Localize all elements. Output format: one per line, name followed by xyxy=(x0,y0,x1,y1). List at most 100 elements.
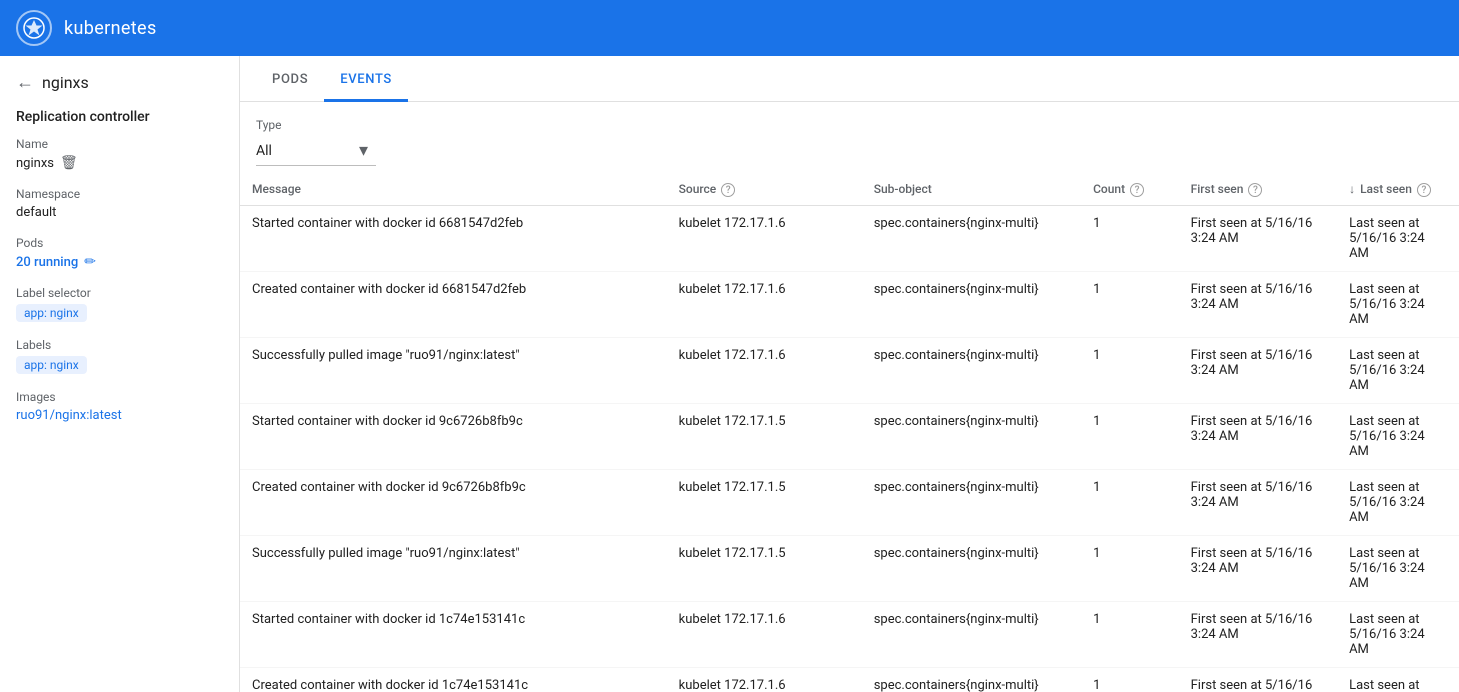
cell-lastseen: Last seen at 5/16/16 3:24 AM xyxy=(1337,403,1459,469)
chevron-down-icon: ▾ xyxy=(359,140,368,161)
col-header-message: Message xyxy=(240,174,667,205)
col-header-count: Count ? xyxy=(1081,174,1179,205)
table-body: Started container with docker id 6681547… xyxy=(240,205,1459,692)
cell-firstseen: First seen at 5/16/16 3:24 AM xyxy=(1179,205,1337,271)
cell-source: kubelet 172.17.1.5 xyxy=(667,535,862,601)
back-button[interactable]: ← nginxs xyxy=(16,72,223,93)
col-header-lastseen[interactable]: ↓ Last seen ? xyxy=(1337,174,1459,205)
cell-lastseen: Last seen at 5/16/16 3:24 AM xyxy=(1337,337,1459,403)
events-table: Message Source ? Sub-object Count ? Firs xyxy=(240,174,1459,692)
cell-lastseen: Last seen at 5/16/16 3:24 AM xyxy=(1337,469,1459,535)
labels-label: Labels xyxy=(16,338,223,352)
table-row: Started container with docker id 9c6726b… xyxy=(240,403,1459,469)
pods-value: 20 running ✏ xyxy=(16,254,223,270)
name-field-group: Name nginxs 🗑 xyxy=(16,137,223,171)
label-selector-label: Label selector xyxy=(16,286,223,300)
labels-value: app: nginx xyxy=(16,356,223,374)
images-value: ruo91/nginx:latest xyxy=(16,408,223,423)
cell-subobject: spec.containers{nginx-multi} xyxy=(862,205,1081,271)
table-header-row: Message Source ? Sub-object Count ? Firs xyxy=(240,174,1459,205)
name-label: Name xyxy=(16,137,223,151)
cell-lastseen: Last seen at 5/16/16 3:24 AM xyxy=(1337,205,1459,271)
images-text: ruo91/nginx:latest xyxy=(16,408,122,423)
cell-firstseen: First seen at 5/16/16 3:24 AM xyxy=(1179,601,1337,667)
cell-message: Started container with docker id 9c6726b… xyxy=(240,403,667,469)
cell-message: Created container with docker id 6681547… xyxy=(240,271,667,337)
cell-count: 1 xyxy=(1081,667,1179,692)
cell-source: kubelet 172.17.1.6 xyxy=(667,205,862,271)
labels-chip: app: nginx xyxy=(16,356,87,374)
namespace-label: Namespace xyxy=(16,187,223,201)
cell-count: 1 xyxy=(1081,337,1179,403)
cell-lastseen: Last seen at 5/16/16 3:24 AM xyxy=(1337,271,1459,337)
table-row: Started container with docker id 1c74e15… xyxy=(240,601,1459,667)
cell-subobject: spec.containers{nginx-multi} xyxy=(862,271,1081,337)
pods-text: 20 running xyxy=(16,255,78,270)
col-header-source: Source ? xyxy=(667,174,862,205)
cell-count: 1 xyxy=(1081,403,1179,469)
cell-firstseen: First seen at 5/16/16 3:24 AM xyxy=(1179,403,1337,469)
cell-source: kubelet 172.17.1.6 xyxy=(667,601,862,667)
name-value: nginxs 🗑 xyxy=(16,155,223,171)
cell-message: Successfully pulled image "ruo91/nginx:l… xyxy=(240,337,667,403)
cell-subobject: spec.containers{nginx-multi} xyxy=(862,337,1081,403)
pods-field-group: Pods 20 running ✏ xyxy=(16,236,223,270)
cell-lastseen: Last seen at 5/16/16 3:24 AM xyxy=(1337,601,1459,667)
cell-source: kubelet 172.17.1.6 xyxy=(667,667,862,692)
cell-source: kubelet 172.17.1.5 xyxy=(667,469,862,535)
col-header-subobject: Sub-object xyxy=(862,174,1081,205)
cell-firstseen: First seen at 5/16/16 3:24 AM xyxy=(1179,469,1337,535)
table-row: Created container with docker id 9c6726b… xyxy=(240,469,1459,535)
cell-message: Successfully pulled image "ruo91/nginx:l… xyxy=(240,535,667,601)
label-selector-value: app: nginx xyxy=(16,304,223,322)
cell-subobject: spec.containers{nginx-multi} xyxy=(862,667,1081,692)
cell-message: Started container with docker id 1c74e15… xyxy=(240,601,667,667)
app-title: kubernetes xyxy=(64,18,157,39)
table-row: Successfully pulled image "ruo91/nginx:l… xyxy=(240,337,1459,403)
cell-count: 1 xyxy=(1081,535,1179,601)
page-name: nginxs xyxy=(42,73,89,92)
cell-lastseen: Last seen at 5/16/16 3:24 AM xyxy=(1337,535,1459,601)
edit-pods-icon[interactable]: ✏ xyxy=(84,254,96,270)
filter-type-label: Type xyxy=(256,118,1443,132)
lastseen-help-icon[interactable]: ? xyxy=(1417,183,1431,197)
pods-label: Pods xyxy=(16,236,223,250)
content-area: PODS EVENTS Type All ▾ Message xyxy=(240,56,1459,692)
source-help-icon[interactable]: ? xyxy=(721,183,735,197)
tab-pods[interactable]: PODS xyxy=(256,56,324,102)
images-label: Images xyxy=(16,390,223,404)
namespace-value: default xyxy=(16,205,223,220)
cell-subobject: spec.containers{nginx-multi} xyxy=(862,535,1081,601)
section-title: Replication controller xyxy=(16,109,223,125)
firstseen-help-icon[interactable]: ? xyxy=(1248,183,1262,197)
cell-firstseen: First seen at 5/16/16 3:24 AM xyxy=(1179,337,1337,403)
table-row: Started container with docker id 6681547… xyxy=(240,205,1459,271)
type-select[interactable]: All ▾ xyxy=(256,136,376,166)
filter-row: Type All ▾ xyxy=(240,102,1459,174)
table-row: Successfully pulled image "ruo91/nginx:l… xyxy=(240,535,1459,601)
count-help-icon[interactable]: ? xyxy=(1130,183,1144,197)
cell-source: kubelet 172.17.1.5 xyxy=(667,403,862,469)
sidebar: ← nginxs Replication controller Name ngi… xyxy=(0,56,240,692)
cell-firstseen: First seen at 5/16/16 3:24 AM xyxy=(1179,667,1337,692)
name-text: nginxs xyxy=(16,156,54,171)
cell-count: 1 xyxy=(1081,271,1179,337)
cell-subobject: spec.containers{nginx-multi} xyxy=(862,601,1081,667)
cell-message: Started container with docker id 6681547… xyxy=(240,205,667,271)
col-header-firstseen: First seen ? xyxy=(1179,174,1337,205)
cell-subobject: spec.containers{nginx-multi} xyxy=(862,403,1081,469)
table-row: Created container with docker id 6681547… xyxy=(240,271,1459,337)
delete-icon[interactable]: 🗑 xyxy=(60,155,78,171)
cell-message: Created container with docker id 1c74e15… xyxy=(240,667,667,692)
cell-message: Created container with docker id 9c6726b… xyxy=(240,469,667,535)
namespace-field-group: Namespace default xyxy=(16,187,223,220)
tabs-bar: PODS EVENTS xyxy=(240,56,1459,102)
top-nav: kubernetes xyxy=(0,0,1459,56)
cell-source: kubelet 172.17.1.6 xyxy=(667,271,862,337)
sort-icon: ↓ xyxy=(1349,182,1355,196)
tab-events[interactable]: EVENTS xyxy=(324,56,408,102)
label-selector-chip: app: nginx xyxy=(16,304,87,322)
namespace-text: default xyxy=(16,205,56,220)
select-value: All xyxy=(256,143,355,159)
labels-field-group: Labels app: nginx xyxy=(16,338,223,374)
